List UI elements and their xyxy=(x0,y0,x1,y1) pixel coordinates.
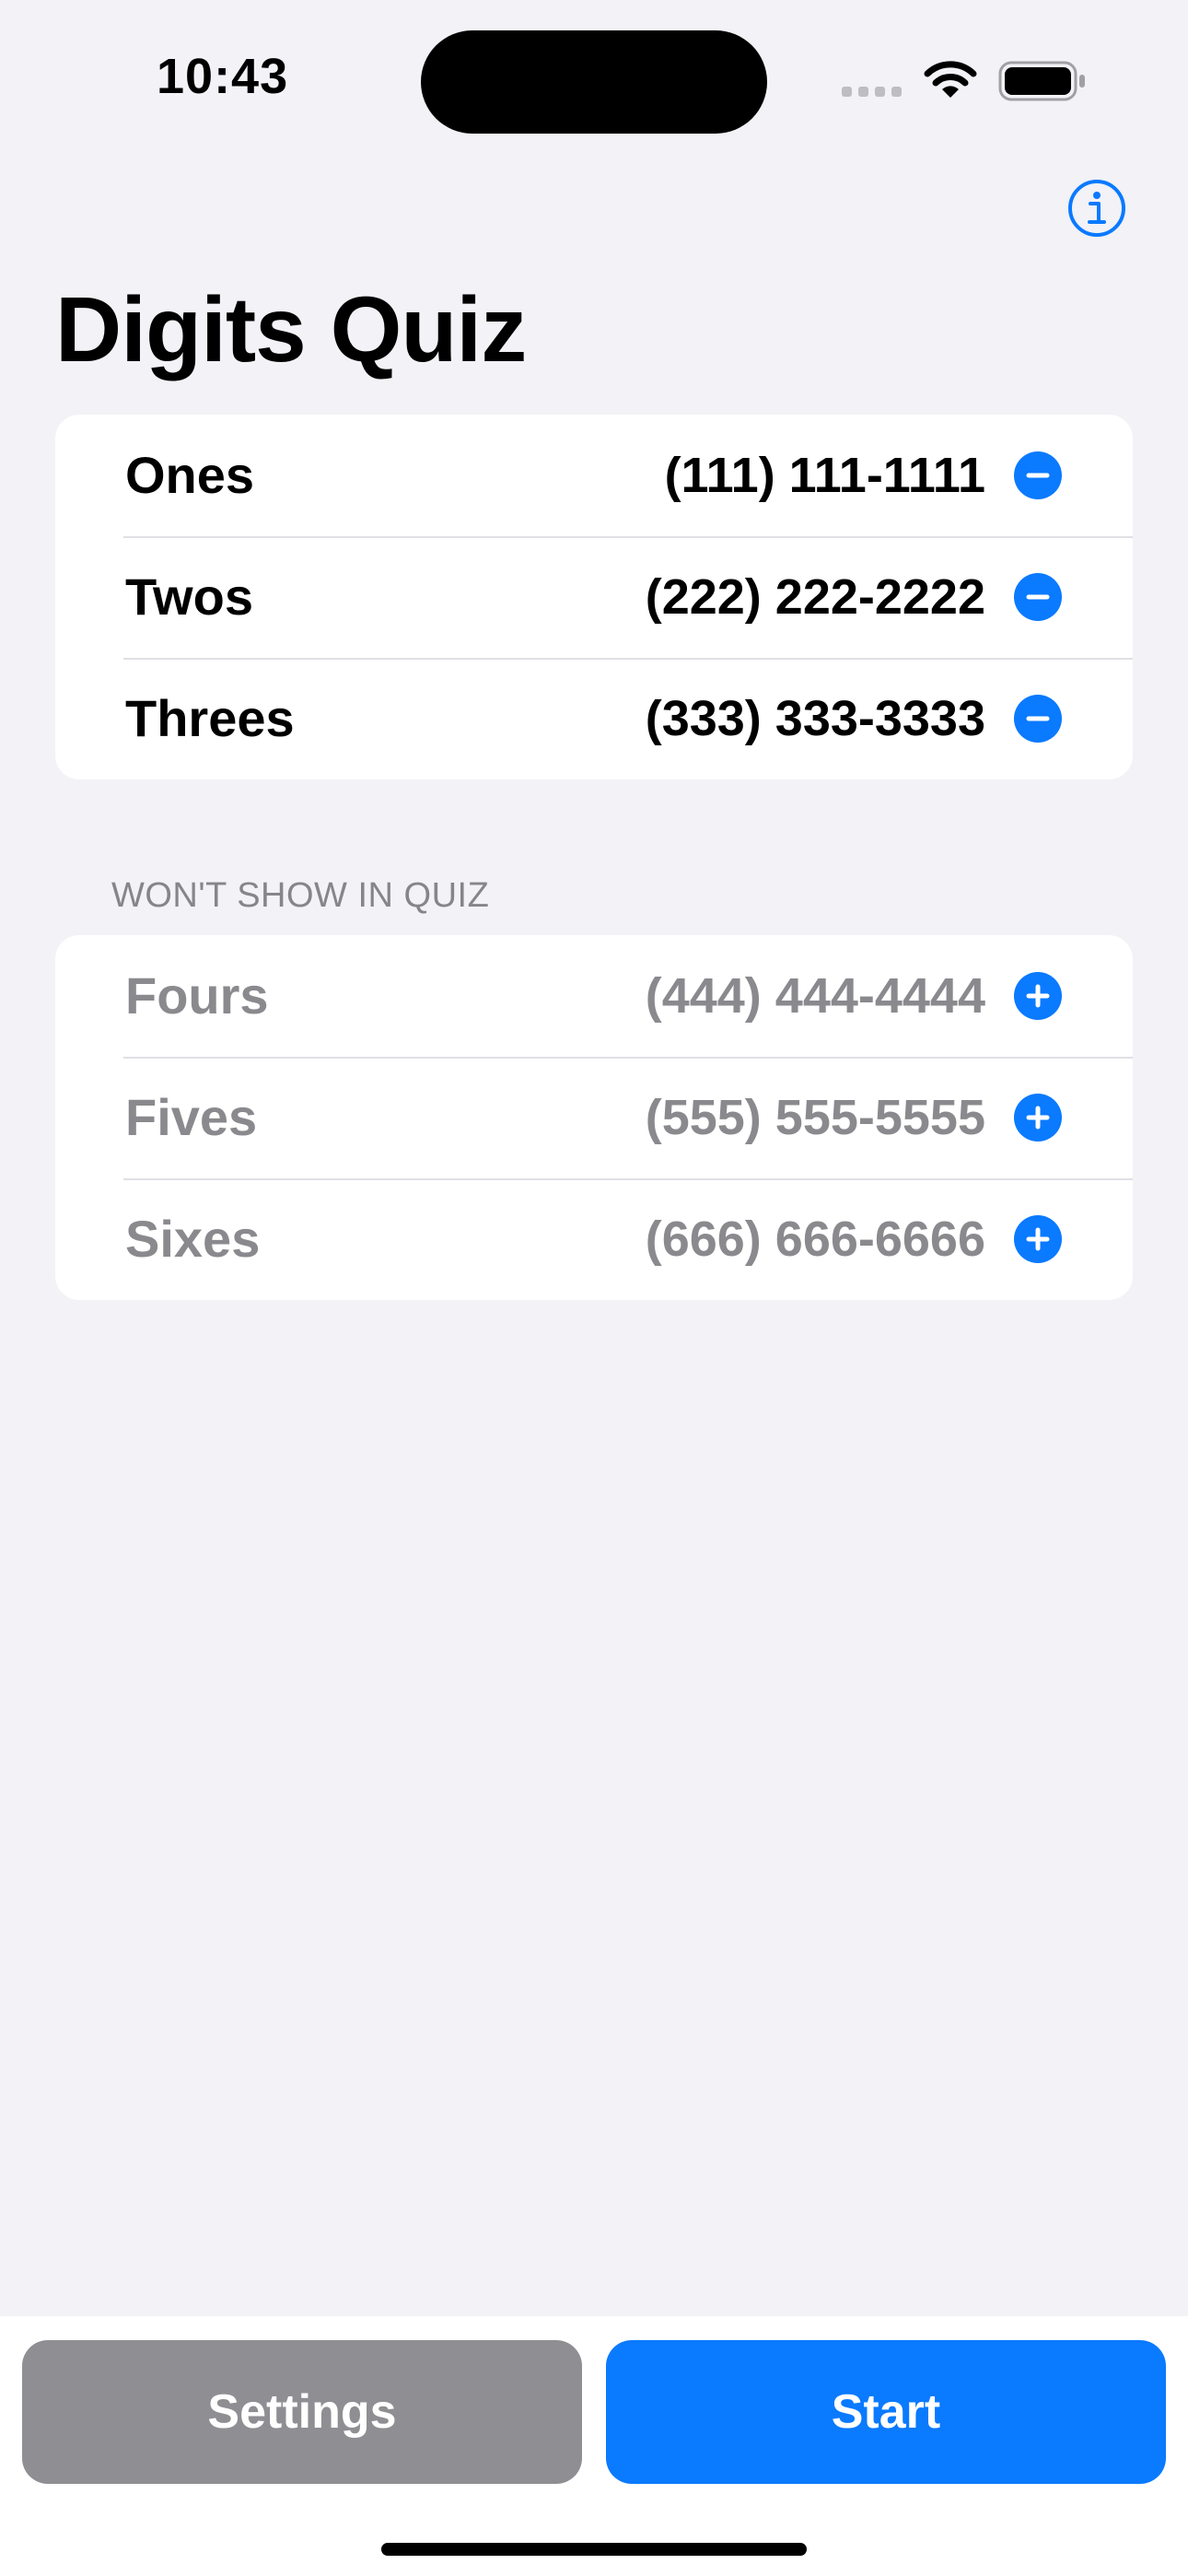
quiz-list: Ones (111) 111-1111 Twos (222) 222-2222 … xyxy=(55,415,1133,779)
item-phone-number: (111) 111-1111 xyxy=(664,448,985,503)
start-button[interactable]: Start xyxy=(606,2340,1166,2484)
bottom-toolbar: Settings Start xyxy=(0,2316,1188,2576)
item-name: Twos xyxy=(125,568,253,626)
excluded-list: Fours (444) 444-4444 Fives (555) 555-555… xyxy=(55,935,1133,1300)
status-time: 10:43 xyxy=(157,49,289,104)
list-item: Fives (555) 555-5555 xyxy=(55,1057,1133,1178)
plus-circle-icon xyxy=(1026,1106,1050,1130)
item-name: Sixes xyxy=(125,1210,261,1268)
item-phone-number: (666) 666-6666 xyxy=(645,1212,985,1267)
settings-button[interactable]: Settings xyxy=(22,2340,582,2484)
home-indicator[interactable] xyxy=(381,2543,807,2556)
add-to-quiz-button[interactable] xyxy=(1014,972,1062,1020)
add-to-quiz-button[interactable] xyxy=(1014,1094,1062,1142)
section-header: WON'T SHOW IN QUIZ xyxy=(111,876,490,915)
info-icon[interactable] xyxy=(1066,178,1127,239)
minus-circle-icon xyxy=(1026,716,1050,721)
list-item: Fours (444) 444-4444 xyxy=(55,935,1133,1057)
remove-from-quiz-button[interactable] xyxy=(1014,451,1062,499)
minus-circle-icon xyxy=(1026,473,1050,478)
item-phone-number: (333) 333-3333 xyxy=(645,691,985,746)
item-phone-number: (444) 444-4444 xyxy=(645,968,985,1024)
list-item: Threes (333) 333-3333 xyxy=(55,658,1133,779)
remove-from-quiz-button[interactable] xyxy=(1014,573,1062,621)
list-item: Twos (222) 222-2222 xyxy=(55,536,1133,658)
wifi-icon xyxy=(923,59,978,104)
item-phone-number: (222) 222-2222 xyxy=(645,569,985,625)
battery-icon xyxy=(998,61,1087,106)
item-name: Fives xyxy=(125,1088,258,1146)
item-name: Fours xyxy=(125,966,269,1025)
list-item: Ones (111) 111-1111 xyxy=(55,415,1133,536)
minus-circle-icon xyxy=(1026,594,1050,600)
remove-from-quiz-button[interactable] xyxy=(1014,695,1062,743)
list-item: Sixes (666) 666-6666 xyxy=(55,1178,1133,1300)
status-bar: 10:43 xyxy=(0,0,1188,157)
cellular-signal-icon xyxy=(842,87,902,97)
dynamic-island xyxy=(421,30,767,134)
item-phone-number: (555) 555-5555 xyxy=(645,1090,985,1145)
plus-circle-icon xyxy=(1026,984,1050,1008)
plus-circle-icon xyxy=(1026,1227,1050,1251)
item-name: Ones xyxy=(125,446,255,504)
add-to-quiz-button[interactable] xyxy=(1014,1215,1062,1263)
item-name: Threes xyxy=(125,689,295,747)
page-title: Digits Quiz xyxy=(55,278,527,381)
